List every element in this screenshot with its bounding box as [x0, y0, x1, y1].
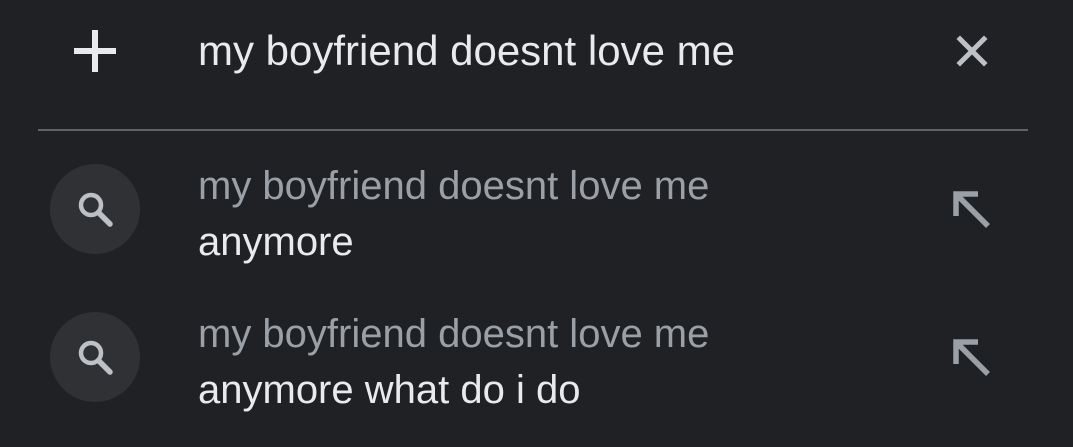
close-icon[interactable]: [952, 31, 992, 71]
search-bar: [0, 0, 1073, 110]
arrow-up-left-icon[interactable]: [950, 188, 996, 234]
suggestion-item[interactable]: my boyfriend doesnt love me anymore what…: [0, 296, 1073, 441]
suggestion-completion: anymore: [198, 220, 354, 264]
search-screen: my boyfriend doesnt love me anymore my b…: [0, 0, 1073, 447]
suggestion-prefix: my boyfriend doesnt love me: [198, 164, 710, 208]
search-icon: [50, 312, 140, 402]
search-icon: [50, 164, 140, 254]
suggestion-prefix: my boyfriend doesnt love me: [198, 312, 710, 356]
search-input[interactable]: [198, 24, 898, 78]
suggestion-item[interactable]: my boyfriend doesnt love me anymore: [0, 148, 1073, 293]
suggestion-text: my boyfriend doesnt love me anymore: [198, 158, 898, 270]
divider: [38, 129, 1028, 131]
suggestion-completion: anymore what do i do: [198, 368, 581, 412]
suggestion-text: my boyfriend doesnt love me anymore what…: [198, 306, 898, 418]
plus-icon[interactable]: [74, 30, 116, 72]
arrow-up-left-icon[interactable]: [950, 336, 996, 382]
